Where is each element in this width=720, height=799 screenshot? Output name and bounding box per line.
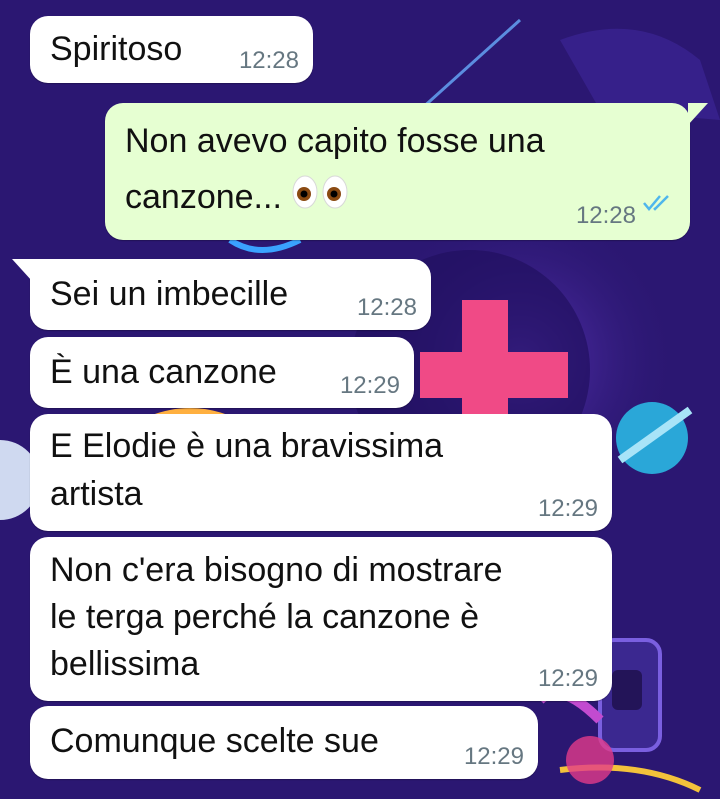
message-bubble-outgoing[interactable]: Non avevo capito fosse una canzone... 12… [105,103,690,240]
read-receipt-double-check-icon [642,176,674,226]
message-bubble-incoming[interactable]: È una canzone 12:29 [30,337,414,408]
message-bubble-incoming[interactable]: Sei un imbecille 12:28 [30,259,431,330]
message-time: 12:28 [575,202,636,229]
bubble-tail [688,103,708,125]
message-bubble-incoming[interactable]: Comunque scelte sue 12:29 [30,706,538,779]
bubble-tail [12,259,32,281]
message-bubble-incoming[interactable]: Non c'era bisogno di mostrare le terga p… [30,537,612,701]
message-bubble-incoming[interactable]: Spiritoso 12:28 [30,16,313,83]
message-text: E Elodie è una bravissima artista [50,427,444,513]
message-text: Non c'era bisogno di mostrare le terga p… [50,551,503,683]
message-time: 12:29 [339,372,400,399]
eyes-emoji [291,171,349,227]
message-time: 12:29 [463,743,524,770]
message-time: 12:29 [537,665,598,692]
message-time: 12:28 [356,294,417,321]
message-time: 12:28 [238,47,299,74]
message-time: 12:29 [537,495,598,522]
message-bubble-incoming[interactable]: E Elodie è una bravissima artista 12:29 [30,414,612,531]
